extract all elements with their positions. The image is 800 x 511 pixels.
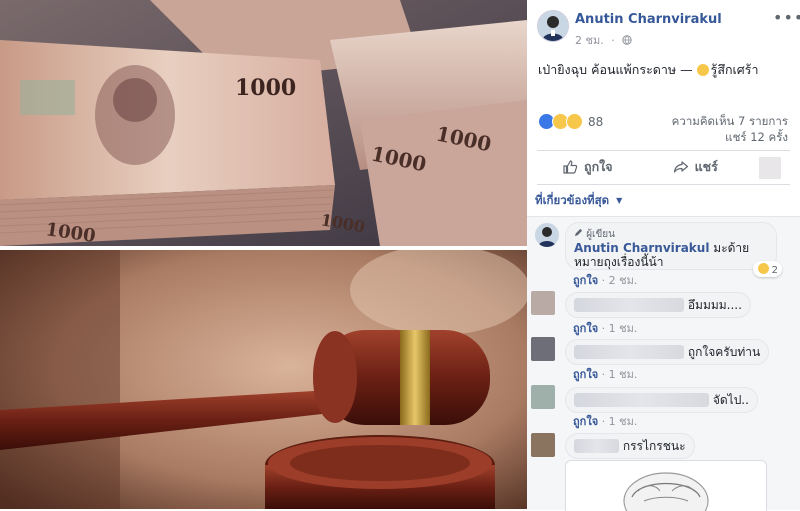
comment-bubble: จัดไป..	[565, 387, 758, 413]
post-time-text: 2 ชม.	[575, 34, 604, 47]
post-text: เป่ายิงฉุบ ค้อนแพ้กระดาษ — รู้สึกเศร้า	[538, 60, 758, 80]
comment-meta: ถูกใจ · 1 ชม.	[573, 415, 638, 428]
caret-down-icon: ▼	[616, 196, 623, 205]
comment-text: Anutin Charnvirakul มะด้ายหมายถุงเรื่องน…	[574, 241, 770, 269]
author-avatar[interactable]	[537, 10, 569, 42]
post-actions: ถูกใจ แชร์	[537, 155, 790, 179]
comment-message: อึมมมม....	[687, 298, 742, 312]
reaction-count: 88	[588, 114, 604, 129]
author-badge: ผู้เขียน	[574, 227, 615, 242]
divider	[537, 184, 790, 185]
person-icon	[538, 227, 556, 247]
post-menu-button[interactable]: •••	[773, 8, 800, 27]
comment-message: ถูกใจครับท่าน	[687, 345, 761, 359]
post-photos: 1000 1000 1000 1000 1000	[0, 0, 527, 509]
comment-time[interactable]: 2 ชม.	[609, 274, 638, 287]
comment-bubble: ถูกใจครับท่าน	[565, 339, 770, 365]
comment-bubble: ผู้เขียน Anutin Charnvirakul มะด้ายหมายถ…	[565, 222, 782, 277]
like-button-label: ถูกใจ	[584, 159, 613, 174]
author-badge-label: ผู้เขียน	[586, 229, 615, 240]
comment-meta: ถูกใจ · 2 ชม.	[573, 274, 638, 287]
haha-reaction-icon	[756, 262, 770, 275]
blurred-name	[574, 345, 684, 359]
comment-meta: ถูกใจ · 1 ชม.	[573, 322, 638, 335]
comment-avatar[interactable]	[531, 433, 555, 457]
comment-like-link[interactable]: ถูกใจ	[573, 274, 598, 287]
sad-reaction-icon	[566, 113, 583, 130]
comment-sort-dropdown[interactable]: ที่เกี่ยวข้องที่สุด ▼	[535, 192, 622, 210]
comment-like-link[interactable]: ถูกใจ	[573, 415, 598, 428]
comment-like-link[interactable]: ถูกใจ	[573, 368, 598, 381]
share-arrow-icon	[673, 161, 688, 173]
comment-sticker-image[interactable]	[565, 460, 767, 511]
divider	[537, 150, 790, 151]
money-photo[interactable]: 1000 1000 1000 1000 1000	[0, 0, 527, 246]
reaction-summary[interactable]: 88	[538, 113, 603, 130]
facebook-post-panel: Anutin Charnvirakul 2 ชม. · ••• เป่ายิงฉ…	[527, 0, 800, 511]
comment-time[interactable]: 1 ชม.	[609, 368, 638, 381]
money-photo-art: 1000 1000 1000 1000 1000	[0, 0, 527, 246]
viewer-avatar[interactable]	[759, 157, 781, 179]
sad-face-icon	[696, 64, 709, 76]
post-author-name[interactable]: Anutin Charnvirakul	[575, 12, 722, 27]
post-feeling: รู้สึกเศร้า	[710, 62, 759, 77]
comments-section: ผู้เขียน Anutin Charnvirakul มะด้ายหมายถ…	[527, 216, 800, 511]
globe-icon	[622, 35, 632, 45]
comment-author[interactable]: Anutin Charnvirakul	[574, 241, 709, 255]
comment-message: กรรไกรชนะ	[622, 439, 686, 453]
blurred-name	[574, 298, 684, 312]
comment-reactions[interactable]: 2	[752, 261, 782, 277]
pencil-icon	[574, 228, 583, 237]
share-button-label: แชร์	[694, 159, 718, 174]
comments-count-link[interactable]: ความคิดเห็น 7 รายการ	[672, 113, 788, 129]
thumbs-up-icon	[563, 160, 578, 174]
like-button[interactable]: ถูกใจ	[562, 157, 613, 177]
blurred-name	[574, 393, 709, 407]
comment-time[interactable]: 1 ชม.	[609, 415, 638, 428]
share-button[interactable]: แชร์	[673, 157, 718, 177]
comment-avatar[interactable]	[531, 385, 555, 409]
sticker-art	[623, 472, 709, 511]
comment-like-link[interactable]: ถูกใจ	[573, 322, 598, 335]
shares-count-link[interactable]: แชร์ 12 ครั้ง	[672, 129, 788, 145]
comment-avatar[interactable]	[531, 291, 555, 315]
comment-sort-label: ที่เกี่ยวข้องที่สุด	[535, 193, 610, 207]
comment-reaction-count: 2	[771, 265, 778, 276]
comment-meta: ถูกใจ · 1 ชม.	[573, 368, 638, 381]
post-message: เป่ายิงฉุบ ค้อนแพ้กระดาษ —	[538, 62, 697, 77]
comment-bubble: อึมมมม....	[565, 292, 751, 318]
blurred-name	[574, 439, 619, 453]
comment-message: จัดไป..	[712, 393, 749, 407]
money-note-label: 1000	[235, 75, 296, 101]
gavel-photo-art	[0, 250, 527, 509]
post-time[interactable]: 2 ชม. ·	[575, 31, 632, 49]
post-stats: ความคิดเห็น 7 รายการ แชร์ 12 ครั้ง	[672, 113, 788, 145]
comment-avatar[interactable]	[531, 337, 555, 361]
comment-avatar[interactable]	[535, 223, 559, 247]
gavel-photo[interactable]	[0, 250, 527, 509]
comment-time[interactable]: 1 ชม.	[609, 322, 638, 335]
comment-bubble: กรรไกรชนะ	[565, 433, 695, 459]
person-icon	[538, 11, 568, 41]
